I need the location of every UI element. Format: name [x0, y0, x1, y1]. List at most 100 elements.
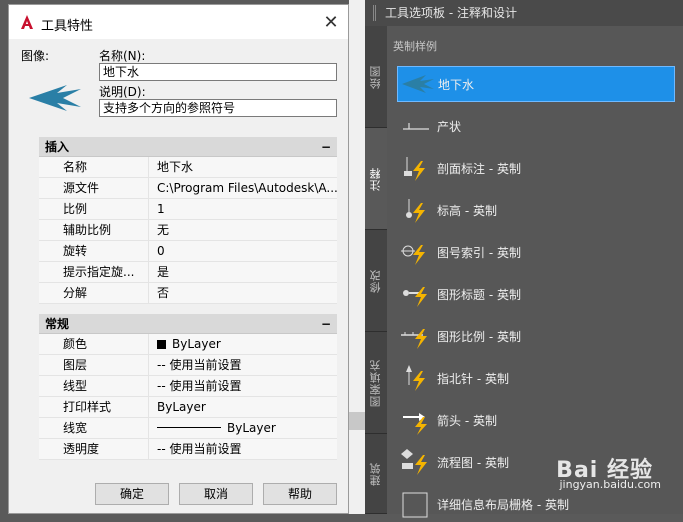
insert-collapse-icon[interactable]: −	[321, 137, 331, 157]
image-label: 图像:	[21, 49, 50, 63]
general-collapse-icon[interactable]: −	[321, 314, 331, 334]
prop-row-lineweight[interactable]: 线宽 ByLayer	[39, 418, 337, 439]
tab-label: 修改	[369, 268, 382, 293]
prop-row-explode[interactable]: 分解 否	[39, 283, 337, 304]
tool-drawing-title[interactable]: 图形标题 - 英制	[397, 276, 683, 312]
prop-row-aux-scale[interactable]: 辅助比例 无	[39, 220, 337, 241]
prop-row-prompt-rotation[interactable]: 提示指定旋... 是	[39, 262, 337, 283]
drawing-index-bolt-icon	[401, 245, 425, 265]
prop-name: 颜色	[39, 334, 149, 354]
tool-label: 流程图 - 英制	[437, 455, 509, 470]
tool-north-arrow[interactable]: 指北针 - 英制	[397, 360, 683, 396]
grip-handle-icon[interactable]	[373, 5, 376, 21]
prop-name: 打印样式	[39, 397, 149, 417]
prop-row-source-file[interactable]: 源文件 C:\Program Files\Autodesk\A...	[39, 178, 337, 199]
description-input[interactable]: 支持多个方向的参照符号	[99, 99, 337, 117]
tab-label: 绘图	[369, 64, 382, 89]
tab-draw[interactable]: 绘图	[365, 26, 387, 128]
tab-label: 建筑	[369, 461, 382, 486]
section-mark-bolt-icon	[404, 157, 425, 181]
flowchart-bolt-icon	[401, 449, 427, 475]
name-label: 名称(N):	[99, 49, 146, 63]
tool-detail-layout-grid[interactable]: 详细信息布局栅格 - 英制	[397, 486, 683, 522]
tool-palette: 工具选项板 - 注释和设计 绘图 注释 修改 图案填充 建筑 英制样例 地下水 …	[365, 0, 683, 518]
prop-value[interactable]: 1	[149, 199, 337, 219]
prop-row-transparency[interactable]: 透明度 -- 使用当前设置	[39, 439, 337, 460]
prop-name: 源文件	[39, 178, 149, 198]
layout-grid-icon	[402, 492, 428, 518]
tool-groundwater[interactable]: 地下水	[397, 66, 675, 102]
tool-label: 详细信息布局栅格 - 英制	[437, 497, 569, 512]
palette-titlebar[interactable]: 工具选项板 - 注释和设计	[365, 0, 683, 26]
prop-name: 分解	[39, 283, 149, 303]
tool-label: 产状	[437, 119, 462, 134]
ok-button[interactable]: 确定	[95, 483, 169, 505]
prop-value[interactable]: -- 使用当前设置	[149, 439, 337, 459]
watermark-url: jingyan.baidu.com	[559, 478, 661, 491]
close-icon: ✕	[323, 11, 339, 33]
prop-name: 辅助比例	[39, 220, 149, 240]
tool-arrow[interactable]: 箭头 - 英制	[397, 402, 683, 438]
tab-annotation[interactable]: 注释	[365, 128, 387, 230]
insert-section-title: 插入	[45, 140, 70, 154]
tool-drawing-index[interactable]: 图号索引 - 英制	[397, 234, 683, 270]
prop-value[interactable]: 是	[149, 262, 337, 282]
tab-hatch[interactable]: 图案填充	[365, 332, 387, 434]
close-button[interactable]: ✕	[320, 11, 342, 33]
prop-value[interactable]: 否	[149, 283, 337, 303]
prop-row-scale[interactable]: 比例 1	[39, 199, 337, 220]
autocad-logo-icon	[19, 14, 35, 30]
prop-name: 透明度	[39, 439, 149, 459]
tool-label: 地下水	[438, 77, 475, 92]
palette-title: 工具选项板 - 注释和设计	[385, 6, 517, 20]
prop-value[interactable]: 无	[149, 220, 337, 240]
palette-tabs: 绘图 注释 修改 图案填充 建筑	[365, 26, 387, 514]
prop-value[interactable]: -- 使用当前设置	[149, 376, 337, 396]
prop-value[interactable]: -- 使用当前设置	[149, 355, 337, 375]
prop-value-lineweight[interactable]: ByLayer	[149, 418, 337, 438]
scrollbar-thumb[interactable]	[349, 412, 365, 430]
drawing-title-bolt-icon	[403, 287, 427, 307]
prop-value[interactable]: C:\Program Files\Autodesk\A...	[149, 178, 337, 198]
prop-name: 名称	[39, 157, 149, 177]
general-section-header[interactable]: 常规 −	[39, 314, 337, 334]
prop-row-color[interactable]: 颜色 ByLayer	[39, 334, 337, 355]
prop-value[interactable]: 地下水	[149, 157, 337, 177]
prop-value-color[interactable]: ByLayer	[149, 334, 337, 354]
tool-label: 图形比例 - 英制	[437, 329, 521, 344]
tool-section-mark[interactable]: 剖面标注 - 英制	[397, 150, 683, 186]
cancel-button[interactable]: 取消	[179, 483, 253, 505]
color-swatch-icon	[157, 340, 166, 349]
attitude-symbol-icon	[403, 123, 429, 130]
baidu-watermark: Bai 经验 jingyan.baidu.com	[556, 452, 661, 491]
prop-row-layer[interactable]: 图层 -- 使用当前设置	[39, 355, 337, 376]
scrollbar[interactable]	[349, 0, 365, 514]
description-label: 说明(D):	[99, 85, 146, 99]
help-button[interactable]: 帮助	[263, 483, 337, 505]
tool-elevation[interactable]: 标高 - 英制	[397, 192, 683, 228]
properties-grid: 插入 − 名称 地下水 源文件 C:\Program Files\Autodes…	[39, 137, 337, 460]
tool-label: 图形标题 - 英制	[437, 287, 521, 302]
tab-architecture[interactable]: 建筑	[365, 434, 387, 514]
prop-name: 图层	[39, 355, 149, 375]
tool-label: 图号索引 - 英制	[437, 245, 521, 260]
drawing-scale-bolt-icon	[401, 329, 427, 349]
prop-row-name[interactable]: 名称 地下水	[39, 157, 337, 178]
insert-section-header[interactable]: 插入 −	[39, 137, 337, 157]
prop-row-plot-style[interactable]: 打印样式 ByLayer	[39, 397, 337, 418]
prop-name: 线型	[39, 376, 149, 396]
tool-label: 剖面标注 - 英制	[437, 161, 521, 176]
name-input[interactable]: 地下水	[99, 63, 337, 81]
prop-name: 提示指定旋...	[39, 262, 149, 282]
tool-attitude[interactable]: 产状	[397, 108, 683, 144]
prop-value-text: ByLayer	[172, 337, 221, 351]
prop-value-text: ByLayer	[227, 421, 276, 435]
prop-name: 线宽	[39, 418, 149, 438]
prop-value[interactable]: 0	[149, 241, 337, 261]
general-section-title: 常规	[45, 317, 70, 331]
prop-value[interactable]: ByLayer	[149, 397, 337, 417]
tool-drawing-scale[interactable]: 图形比例 - 英制	[397, 318, 683, 354]
tab-modify[interactable]: 修改	[365, 230, 387, 332]
prop-row-linetype[interactable]: 线型 -- 使用当前设置	[39, 376, 337, 397]
prop-row-rotation[interactable]: 旋转 0	[39, 241, 337, 262]
